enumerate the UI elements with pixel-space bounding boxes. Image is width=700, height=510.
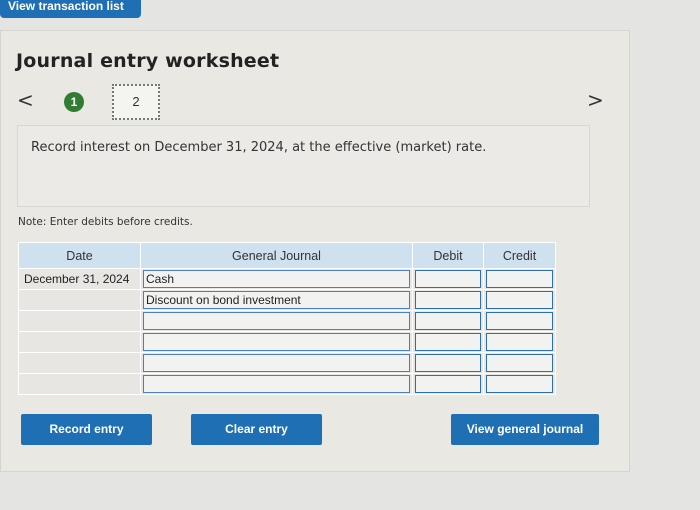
chevron-left-icon[interactable]: < <box>17 88 34 112</box>
record-entry-button[interactable]: Record entry <box>21 414 152 445</box>
account-input[interactable]: Discount on bond investment <box>143 291 410 309</box>
account-input[interactable]: Cash <box>143 270 410 288</box>
credit-input[interactable] <box>486 312 553 330</box>
credit-input[interactable] <box>486 270 553 288</box>
table-row <box>18 331 556 353</box>
header-general-journal: General Journal <box>140 242 413 269</box>
step-2-current-tab[interactable]: 2 <box>112 84 160 120</box>
note-text: Note: Enter debits before credits. <box>18 216 193 228</box>
debit-input[interactable] <box>415 291 481 309</box>
debit-input[interactable] <box>415 354 481 372</box>
table-row: December 31, 2024 Cash <box>18 268 556 290</box>
page-title: Journal entry worksheet <box>16 50 280 72</box>
date-cell <box>18 289 141 311</box>
table-row <box>18 373 556 395</box>
credit-input[interactable] <box>486 375 553 393</box>
question-prompt-box: Record interest on December 31, 2024, at… <box>17 125 590 207</box>
journal-entry-table: Date General Journal Debit Credit Decemb… <box>18 242 556 395</box>
account-input[interactable] <box>143 333 410 351</box>
debit-input[interactable] <box>415 333 481 351</box>
view-general-journal-button[interactable]: View general journal <box>451 414 599 445</box>
debit-input[interactable] <box>415 312 481 330</box>
date-cell: December 31, 2024 <box>18 268 141 290</box>
date-cell <box>18 352 141 374</box>
account-input[interactable] <box>143 312 410 330</box>
header-credit: Credit <box>483 242 556 269</box>
date-cell <box>18 331 141 353</box>
header-debit: Debit <box>412 242 484 269</box>
table-row <box>18 310 556 332</box>
account-input[interactable] <box>143 354 410 372</box>
chevron-right-icon[interactable]: > <box>587 88 604 112</box>
debit-input[interactable] <box>415 270 481 288</box>
credit-input[interactable] <box>486 333 553 351</box>
debit-input[interactable] <box>415 375 481 393</box>
table-header-row: Date General Journal Debit Credit <box>18 242 556 269</box>
view-transaction-list-button[interactable]: View transaction list <box>0 0 141 18</box>
table-row: Discount on bond investment <box>18 289 556 311</box>
credit-input[interactable] <box>486 354 553 372</box>
question-prompt-text: Record interest on December 31, 2024, at… <box>31 140 487 155</box>
credit-input[interactable] <box>486 291 553 309</box>
date-cell <box>18 310 141 332</box>
step-1-complete-badge[interactable]: 1 <box>64 92 84 112</box>
date-cell <box>18 373 141 395</box>
table-row <box>18 352 556 374</box>
account-input[interactable] <box>143 375 410 393</box>
header-date: Date <box>18 242 141 269</box>
clear-entry-button[interactable]: Clear entry <box>191 414 322 445</box>
